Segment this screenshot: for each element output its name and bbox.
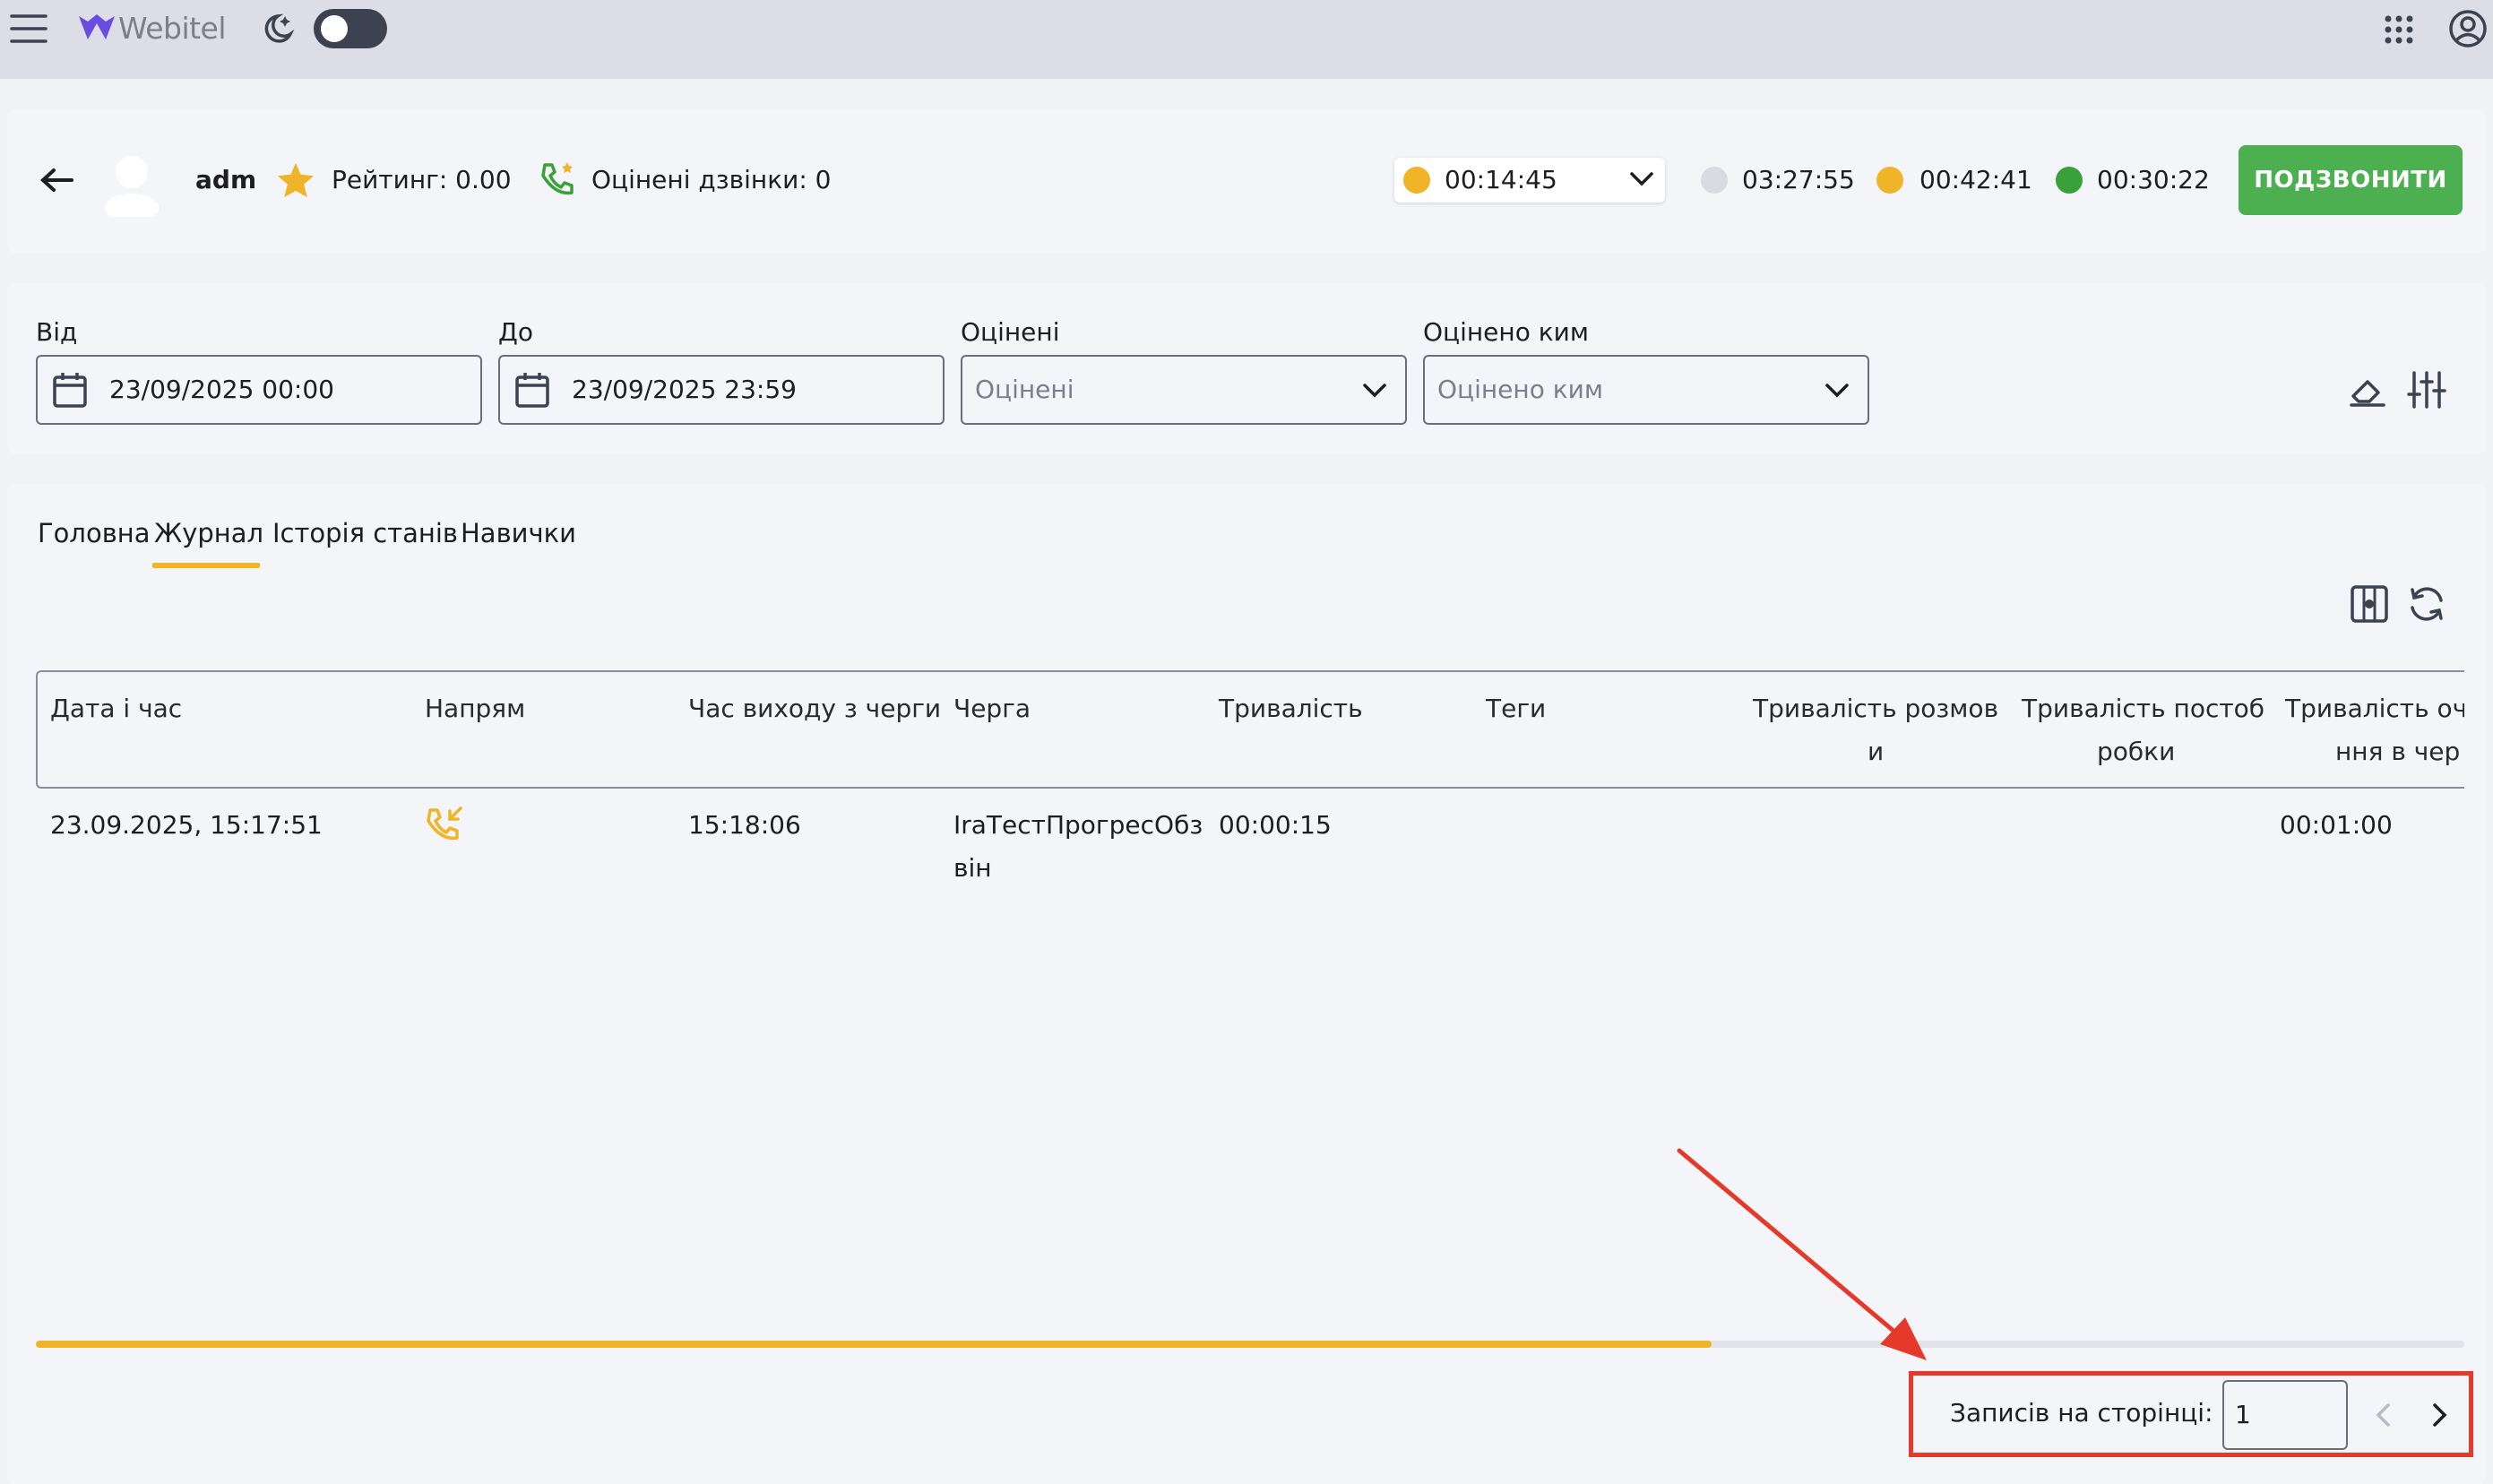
top-bar: Webitel: [0, 0, 2493, 79]
active-tab-indicator: [152, 563, 260, 568]
annotation-arrow: [1677, 1148, 1927, 1360]
agent-name: adm: [195, 165, 257, 194]
from-label: Від: [36, 317, 78, 347]
logo-text: Webitel: [118, 11, 227, 46]
filter-settings-icon[interactable]: [2407, 369, 2446, 410]
column-header-duration[interactable]: Тривалість: [1219, 694, 1363, 723]
rated-call-icon: [538, 160, 577, 199]
menu-icon[interactable]: [9, 13, 48, 45]
column-header-queue[interactable]: Черга: [953, 694, 1031, 723]
cell-queue-wait: 00:01:00: [2280, 810, 2393, 840]
status-time-online: 00:30:22: [2097, 165, 2210, 194]
status-dot-pause: [1876, 167, 1903, 194]
column-settings-icon[interactable]: [2350, 584, 2389, 624]
rated-placeholder: Оцінені: [975, 375, 1074, 404]
toggle-knob: [321, 15, 348, 42]
cell-queue-exit-time: 15:18:06: [688, 810, 801, 840]
night-mode-icon[interactable]: [258, 11, 298, 47]
to-label: До: [498, 317, 534, 347]
to-date-field[interactable]: 23/09/2025 23:59: [498, 355, 945, 425]
scrollbar-thumb[interactable]: [36, 1341, 1712, 1348]
column-header-direction[interactable]: Напрям: [425, 694, 525, 723]
cell-queue: IraТестПрогресОбз: [953, 810, 1203, 840]
horizontal-scrollbar[interactable]: [36, 1341, 2464, 1348]
rated-by-label: Оцінено ким: [1423, 317, 1589, 347]
status-time-idle: 03:27:55: [1742, 165, 1855, 194]
rated-by-placeholder: Оцінено ким: [1437, 375, 1603, 404]
apps-grid-icon[interactable]: [2384, 14, 2414, 45]
account-icon[interactable]: [2448, 9, 2488, 48]
column-header-postprocess[interactable]: Тривалість постоб: [2022, 694, 2264, 723]
from-date-field[interactable]: 23/09/2025 00:00: [36, 355, 482, 425]
table-header: [36, 670, 2464, 789]
arrow-left-icon[interactable]: [39, 167, 75, 194]
column-header-talk-duration-line2: и: [1868, 737, 1885, 766]
from-date-value: 23/09/2025 00:00: [109, 375, 334, 404]
status-dot-idle: [1701, 167, 1728, 194]
calendar-icon: [514, 371, 550, 409]
status-dot-online: [2056, 167, 2083, 194]
rated-calls-label: Оцінені дзвінки: 0: [591, 165, 832, 194]
column-header-queue-wait[interactable]: Тривалість оч: [2285, 694, 2464, 723]
webitel-logo-icon: [77, 13, 116, 43]
to-date-value: 23/09/2025 23:59: [572, 375, 797, 404]
calendar-icon: [52, 371, 88, 409]
current-status-time: 00:14:45: [1445, 165, 1557, 194]
theme-toggle[interactable]: [314, 9, 387, 48]
cell-queue-line2: він: [953, 853, 992, 883]
rated-label: Оцінені: [961, 317, 1060, 347]
column-header-datetime[interactable]: Дата і час: [50, 694, 182, 723]
column-header-queue-exit[interactable]: Час виходу з черги: [688, 694, 941, 723]
cell-datetime: 23.09.2025, 15:17:51: [50, 810, 323, 840]
main-panel: [7, 484, 2486, 1484]
status-dot: [1403, 167, 1430, 194]
tab-journal[interactable]: Журнал: [154, 518, 263, 548]
chevron-down-icon: [1824, 382, 1850, 400]
rating-label: Рейтинг: 0.00: [332, 165, 512, 194]
incoming-call-icon: [425, 805, 464, 844]
rated-select[interactable]: Оцінені: [961, 355, 1407, 425]
table-row[interactable]: [36, 794, 2464, 893]
chevron-down-icon: [1362, 382, 1387, 400]
column-header-talk-duration[interactable]: Тривалість розмов: [1753, 694, 1998, 723]
column-header-tags[interactable]: Теги: [1486, 694, 1546, 723]
tab-skills[interactable]: Навички: [461, 518, 576, 548]
eraser-icon[interactable]: [2348, 371, 2387, 409]
star-icon: [276, 161, 315, 199]
annotation-highlight-box: [1909, 1371, 2473, 1457]
call-button[interactable]: ПОДЗВОНИТИ: [2239, 145, 2463, 215]
column-header-postprocess-line2: робки: [2097, 737, 2176, 766]
tab-status-history[interactable]: Історія станів: [272, 518, 458, 548]
tab-main[interactable]: Головна: [38, 518, 151, 548]
avatar-icon: [102, 152, 161, 217]
status-time-pause: 00:42:41: [1919, 165, 2032, 194]
column-header-queue-wait-clip: Тривалість оч ння в чер: [2285, 681, 2464, 780]
column-header-queue-wait-line2: ння в чер: [2335, 737, 2461, 766]
refresh-icon[interactable]: [2407, 584, 2446, 624]
cell-duration: 00:00:15: [1219, 810, 1332, 840]
agent-status-select[interactable]: 00:14:45: [1394, 158, 1665, 203]
rated-by-select[interactable]: Оцінено ким: [1423, 355, 1869, 425]
chevron-down-icon: [1629, 170, 1654, 188]
